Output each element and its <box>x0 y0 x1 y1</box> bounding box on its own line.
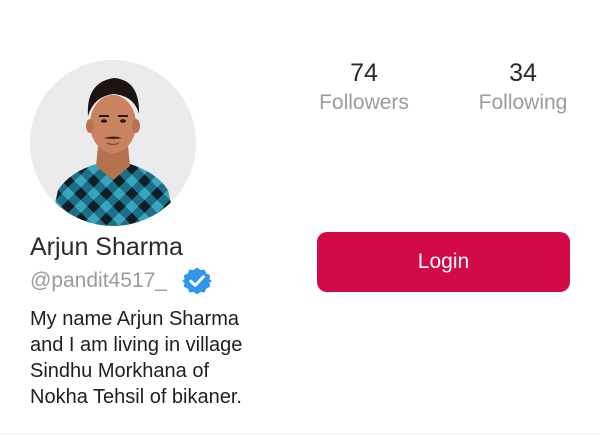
divider <box>0 433 600 434</box>
following-count: 34 <box>509 59 537 87</box>
followers-stat[interactable]: 74 Followers <box>300 58 428 118</box>
profile-display-name: Arjun Sharma <box>30 233 183 261</box>
username-row: @pandit4517_ <box>30 264 212 298</box>
bio-line: Sindhu Morkhana of <box>30 360 210 382</box>
verified-badge-icon <box>181 266 212 296</box>
bio-line: Nokha Tehsil of bikaner. <box>30 386 242 408</box>
bio-line: and I am living in village <box>30 334 243 356</box>
profile-bio: My name Arjun Sharma and I am living in … <box>30 306 300 410</box>
followers-count: 74 <box>350 59 378 87</box>
following-stat[interactable]: 34 Following <box>460 58 586 118</box>
following-label: Following <box>478 91 568 114</box>
profile-username: @pandit4517_ <box>30 269 167 292</box>
profile-avatar[interactable] <box>30 60 196 226</box>
login-button[interactable]: Login <box>317 232 570 292</box>
followers-label: Followers <box>319 91 409 114</box>
bio-line: My name Arjun Sharma <box>30 308 239 330</box>
avatar-photo <box>30 60 196 226</box>
